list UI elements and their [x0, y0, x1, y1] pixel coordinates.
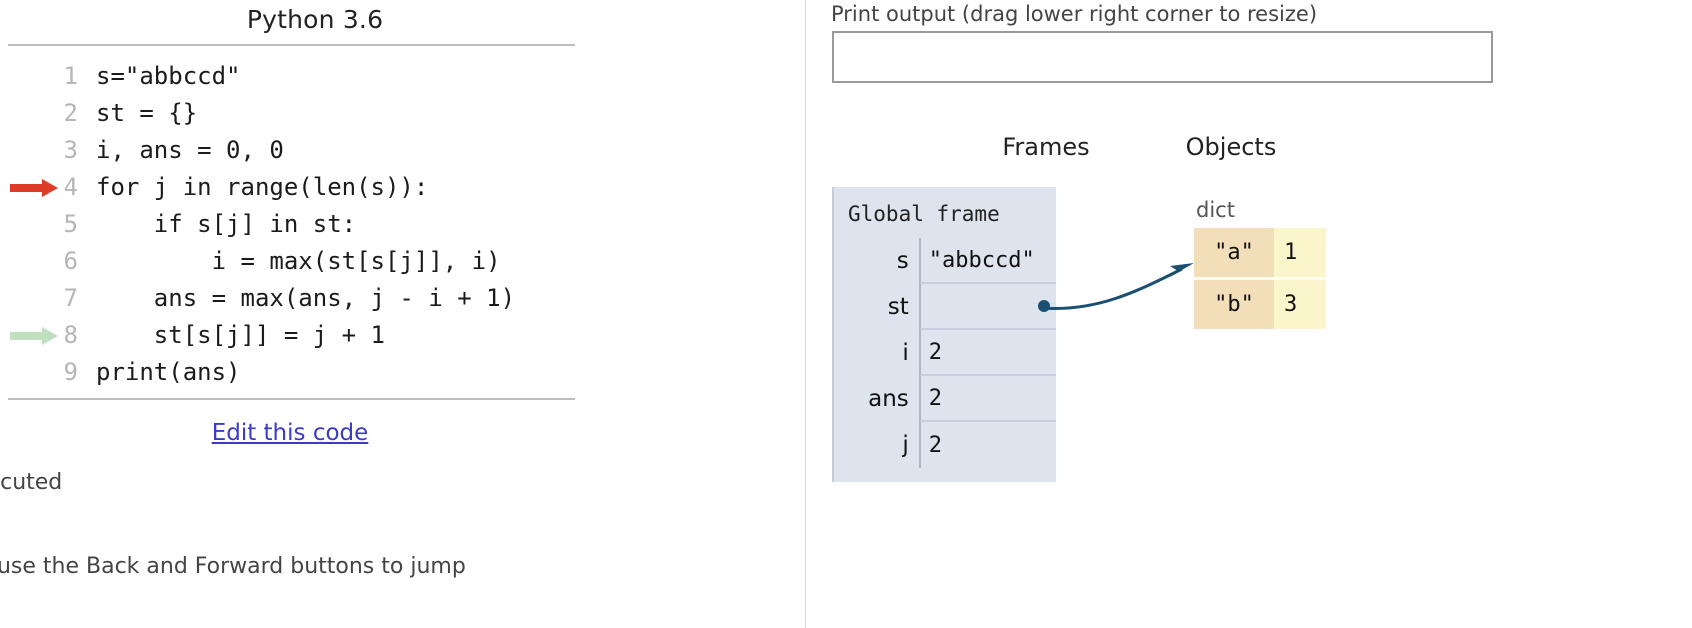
print-output-label: Print output (drag lower right corner to…	[831, 2, 1318, 26]
global-frame-title: Global frame	[848, 202, 1000, 226]
line-number: 7	[63, 284, 78, 312]
variable-row: i 2	[834, 330, 1056, 376]
variable-row: j 2	[834, 422, 1056, 468]
line-source: for j in range(len(s)):	[96, 173, 429, 201]
breakpoint-hint-text: to set a breakpoint; use the Back and Fo…	[0, 554, 466, 579]
dict-key: "b"	[1194, 280, 1274, 329]
heap-object-dict: dict "a" 1 "b" 3	[1194, 198, 1326, 329]
line-source: s="abbccd"	[96, 62, 241, 90]
code-line[interactable]: 6 i = max(st[s[j]], i)	[0, 243, 640, 280]
line-number: 5	[63, 210, 78, 238]
line-source: if s[j] in st:	[96, 210, 357, 238]
code-line[interactable]: 9 print(ans)	[0, 354, 640, 391]
line-source: i, ans = 0, 0	[96, 136, 284, 164]
dict-table: "a" 1 "b" 3	[1194, 228, 1326, 329]
variable-value: 2	[918, 330, 1056, 376]
objects-column-header: Objects	[1185, 133, 1277, 161]
dict-value: 1	[1274, 228, 1326, 280]
code-line[interactable]: 1 s="abbccd"	[0, 58, 640, 95]
line-source: st[s[j]] = j + 1	[96, 321, 385, 349]
variable-value: 2	[918, 376, 1056, 422]
print-output-textarea[interactable]	[832, 31, 1493, 83]
status-just-executed: st executed	[0, 470, 63, 495]
frames-column-header: Frames	[1002, 133, 1090, 161]
dict-entry-row: "b" 3	[1194, 280, 1326, 329]
variable-row: st	[834, 284, 1056, 330]
variable-name: s	[896, 248, 909, 274]
code-listing: 1 s="abbccd" 2 st = {} 3 i, ans = 0, 0 4…	[0, 58, 640, 391]
code-line[interactable]: 5 if s[j] in st:	[0, 206, 640, 243]
code-line[interactable]: 2 st = {}	[0, 95, 640, 132]
dict-value: 3	[1274, 280, 1326, 329]
variable-row: s "abbccd"	[834, 238, 1056, 284]
code-line[interactable]: 7 ans = max(ans, j - i + 1)	[0, 280, 640, 317]
line-number: 4	[63, 173, 78, 201]
edit-this-code-link[interactable]: Edit this code	[212, 420, 369, 446]
code-top-divider	[8, 44, 575, 46]
code-line[interactable]: 3 i, ans = 0, 0	[0, 132, 640, 169]
visualization-pane: Print output (drag lower right corner to…	[806, 0, 1692, 628]
code-line-previous[interactable]: 8 st[s[j]] = j + 1	[0, 317, 640, 354]
variable-value-pointer	[918, 284, 1056, 330]
variable-name: i	[902, 340, 909, 366]
dict-key: "a"	[1194, 228, 1274, 280]
edit-code-link-wrapper: Edit this code	[0, 420, 580, 446]
variable-value: 2	[918, 422, 1056, 468]
dict-entry-row: "a" 1	[1194, 228, 1326, 280]
variable-row: ans 2	[834, 376, 1056, 422]
variable-value: "abbccd"	[918, 238, 1056, 284]
line-number: 9	[63, 358, 78, 386]
line-number: 2	[63, 99, 78, 127]
line-number: 6	[63, 247, 78, 275]
variable-name: ans	[868, 386, 909, 412]
global-frame: Global frame s "abbccd" st i 2 ans 2 j 2	[832, 187, 1056, 482]
pointer-dot-icon	[1038, 300, 1050, 312]
object-type-label: dict	[1196, 198, 1235, 222]
line-number: 8	[63, 321, 78, 349]
language-title: Python 3.6	[246, 5, 384, 34]
line-source: ans = max(ans, j - i + 1)	[96, 284, 516, 312]
line-number: 1	[63, 62, 78, 90]
variable-name: j	[902, 432, 909, 458]
code-pane: Python 3.6 1 s="abbccd" 2 st = {} 3 i, a…	[0, 0, 805, 628]
code-bottom-divider	[8, 398, 575, 400]
code-line-current[interactable]: 4 for j in range(len(s)):	[0, 169, 640, 206]
variable-name: st	[887, 294, 909, 320]
line-source: i = max(st[s[j]], i)	[96, 247, 501, 275]
global-frame-variables: s "abbccd" st i 2 ans 2 j 2	[834, 238, 1056, 468]
line-source: st = {}	[96, 99, 198, 127]
line-source: print(ans)	[96, 358, 241, 386]
line-number: 3	[63, 136, 78, 164]
